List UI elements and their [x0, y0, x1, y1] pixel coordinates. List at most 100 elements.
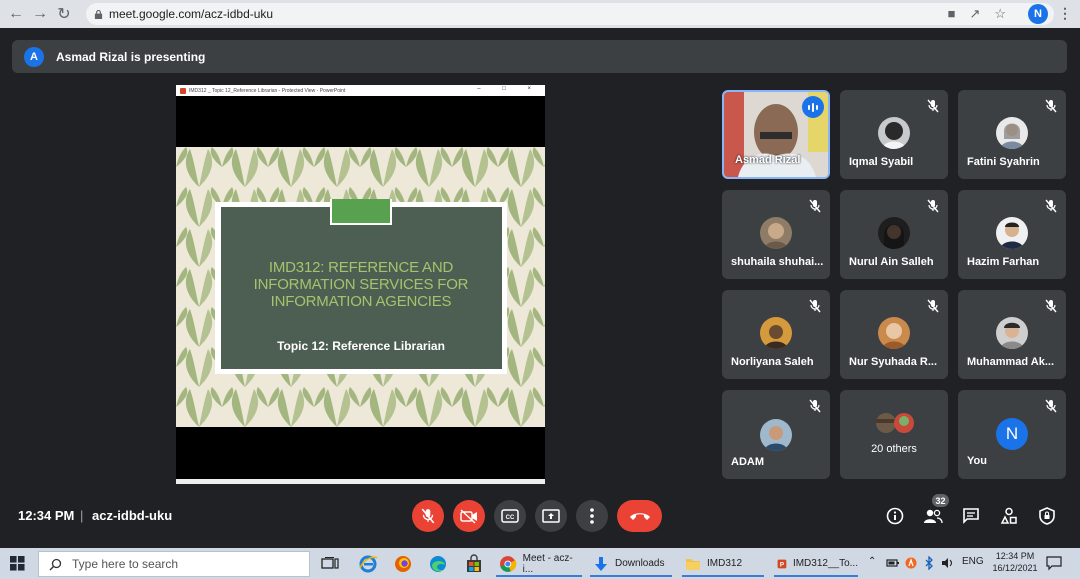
internet-explorer-icon[interactable] — [358, 554, 378, 574]
url-text: meet.google.com/acz-idbd-uku — [109, 7, 274, 21]
taskbar-app-label: IMD312__To... — [792, 558, 858, 569]
participant-name: Nurul Ain Salleh — [849, 256, 934, 268]
participant-avatar — [878, 117, 910, 149]
participant-name: ADAM — [731, 456, 764, 468]
meeting-code: acz-idbd-uku — [92, 508, 173, 523]
slide-title: IMD312: REFERENCE AND INFORMATION SERVIC… — [253, 259, 469, 310]
task-view-icon[interactable] — [320, 554, 340, 574]
participant-tile[interactable]: Norliyana Saleh — [722, 290, 830, 379]
presenter-avatar: A — [24, 46, 44, 67]
notifications-icon[interactable] — [1046, 555, 1062, 571]
shield-lock-icon — [1039, 507, 1055, 525]
reload-icon[interactable]: ↻ — [52, 2, 76, 26]
captions-button[interactable]: CC — [494, 500, 526, 532]
mic-off-icon — [1045, 399, 1057, 413]
battery-icon[interactable] — [886, 557, 900, 569]
presenting-banner: A Asmad Rizal is presenting — [12, 40, 1067, 73]
mic-off-icon — [1045, 199, 1057, 213]
others-avatars — [876, 413, 914, 433]
avast-icon[interactable] — [905, 557, 917, 569]
taskbar-app-folder[interactable]: IMD312 — [682, 550, 764, 577]
svg-text:P: P — [780, 561, 784, 568]
taskbar-app-chrome-meet[interactable]: Meet - acz-i... — [496, 550, 582, 577]
hang-up-icon — [629, 513, 650, 520]
participant-name: shuhaila shuhai... — [731, 256, 824, 268]
host-controls-button[interactable] — [1036, 505, 1058, 527]
active-indicator — [774, 575, 858, 577]
mic-off-icon — [927, 99, 939, 113]
more-options-button[interactable] — [576, 500, 608, 532]
participant-count-badge: 32 — [932, 494, 949, 507]
participant-tile[interactable]: Iqmal Syabil — [840, 90, 948, 179]
windows-taskbar: Type here to search Meet - acz-i... Down… — [0, 548, 1080, 579]
taskbar-clock[interactable]: 12:34 PM 16/12/2021 — [990, 550, 1040, 574]
leave-call-button[interactable] — [617, 500, 662, 532]
activities-button[interactable] — [998, 505, 1020, 527]
share-icon[interactable]: ↗ — [969, 6, 980, 22]
more-vert-icon — [590, 508, 594, 524]
taskbar-app-powerpoint[interactable]: P IMD312__To... — [774, 550, 858, 577]
participant-tile[interactable]: Asmad Rizal — [722, 90, 830, 179]
participant-tile[interactable]: ADAM — [722, 390, 830, 479]
self-tile[interactable]: N You — [958, 390, 1066, 479]
camera-icon[interactable]: ■ — [948, 6, 956, 22]
bookmark-star-icon[interactable]: ☆ — [994, 6, 1006, 22]
participant-tile[interactable]: Muhammad Ak... — [958, 290, 1066, 379]
search-icon — [49, 558, 62, 570]
address-bar[interactable]: meet.google.com/acz-idbd-uku — [86, 3, 1054, 25]
camera-off-icon — [460, 509, 477, 524]
window-title: IMD312 _ Topic 12_Reference Librarian - … — [189, 87, 346, 94]
clock-date: 16/12/2021 — [992, 563, 1038, 573]
participant-tile[interactable]: shuhaila shuhai... — [722, 190, 830, 279]
participant-name: Norliyana Saleh — [731, 356, 814, 368]
mic-off-icon — [1045, 99, 1057, 113]
participant-name: You — [967, 455, 987, 467]
back-icon[interactable]: ← — [4, 2, 28, 26]
input-language[interactable]: ENG — [962, 556, 984, 567]
powerpoint-icon: P — [777, 559, 787, 568]
info-icon — [886, 507, 904, 525]
forward-icon[interactable]: → — [28, 2, 52, 26]
participant-tile[interactable]: Nur Syuhada R... — [840, 290, 948, 379]
mic-off-icon — [809, 399, 821, 413]
clock-time: 12:34 PM — [995, 551, 1035, 561]
edge-icon[interactable] — [428, 554, 448, 574]
powerpoint-statusbar — [176, 479, 545, 484]
others-count: 20 others — [871, 443, 917, 455]
activities-icon — [1000, 507, 1017, 524]
participant-name: Asmad Rizal — [735, 154, 801, 166]
people-button[interactable] — [922, 505, 944, 527]
meeting-time: 12:34 PM — [18, 508, 75, 523]
store-icon[interactable] — [464, 554, 484, 574]
mic-off-icon — [1045, 299, 1057, 313]
participant-tile[interactable]: Hazim Farhan — [958, 190, 1066, 279]
tray-chevron-icon[interactable]: ⌃ — [868, 556, 876, 567]
shared-screen[interactable]: IMD312 _ Topic 12_Reference Librarian - … — [176, 85, 545, 484]
participant-tile[interactable]: Fatini Syahrin — [958, 90, 1066, 179]
others-tile[interactable]: 20 others — [840, 390, 948, 479]
profile-avatar[interactable]: N — [1028, 4, 1048, 24]
mic-off-icon — [809, 299, 821, 313]
captions-icon: CC — [501, 509, 519, 523]
windows-start-icon[interactable] — [10, 556, 25, 571]
divider: | — [80, 508, 84, 523]
meeting-details-button[interactable] — [884, 505, 906, 527]
browser-menu-icon[interactable]: ⋮ — [1058, 5, 1072, 22]
volume-icon[interactable] — [940, 556, 954, 570]
mic-off-icon — [927, 299, 939, 313]
taskbar-app-label: Downloads — [615, 558, 665, 569]
mic-off-icon — [421, 508, 435, 524]
bluetooth-icon[interactable] — [924, 556, 934, 570]
taskbar-app-downloads[interactable]: Downloads — [590, 550, 672, 577]
firefox-icon[interactable] — [393, 554, 413, 574]
participant-name: Iqmal Syabil — [849, 156, 914, 168]
chat-button[interactable] — [960, 505, 982, 527]
mic-toggle-button[interactable] — [412, 500, 444, 532]
participant-tile[interactable]: Nurul Ain Salleh — [840, 190, 948, 279]
taskbar-search-box[interactable]: Type here to search — [38, 551, 310, 577]
camera-toggle-button[interactable] — [453, 500, 485, 532]
taskbar-app-label: IMD312 — [707, 558, 743, 569]
folder-icon — [686, 558, 700, 570]
present-now-button[interactable] — [535, 500, 567, 532]
chat-icon — [963, 508, 979, 524]
